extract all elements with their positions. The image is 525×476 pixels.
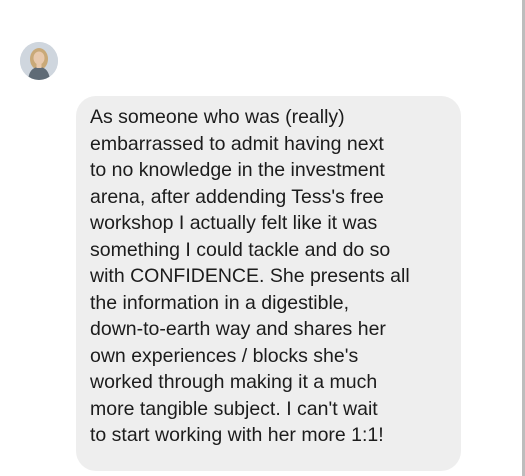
message-line: arena, after addending Tess's free: [90, 185, 384, 208]
message-line: own experiences / blocks she's: [90, 344, 359, 367]
message-line: the information in a digestible,: [90, 291, 350, 314]
message-line: worked through making it a much: [90, 371, 378, 393]
message-line: to start working with her more 1:1!: [90, 424, 384, 446]
message-line: more tangible subject. I can't wait: [90, 397, 378, 420]
message-line: embarrassed to admit having next: [90, 132, 384, 155]
sender-avatar[interactable]: [20, 42, 58, 80]
message-line: workshop I actually felt like it was: [90, 212, 378, 234]
message-line: to no knowledge in the investment: [90, 159, 385, 181]
user-avatar-icon: [20, 42, 58, 80]
message-line: with CONFIDENCE. She presents all: [90, 265, 410, 287]
message-bubble: As someone who was (really) embarrassed …: [76, 96, 461, 471]
message-line: As someone who was (really): [90, 106, 345, 128]
message-text: As someone who was (really) embarrassed …: [90, 104, 445, 449]
message-line: something I could tackle and do so: [90, 238, 391, 261]
message-line: down-to-earth way and shares her: [90, 318, 386, 340]
